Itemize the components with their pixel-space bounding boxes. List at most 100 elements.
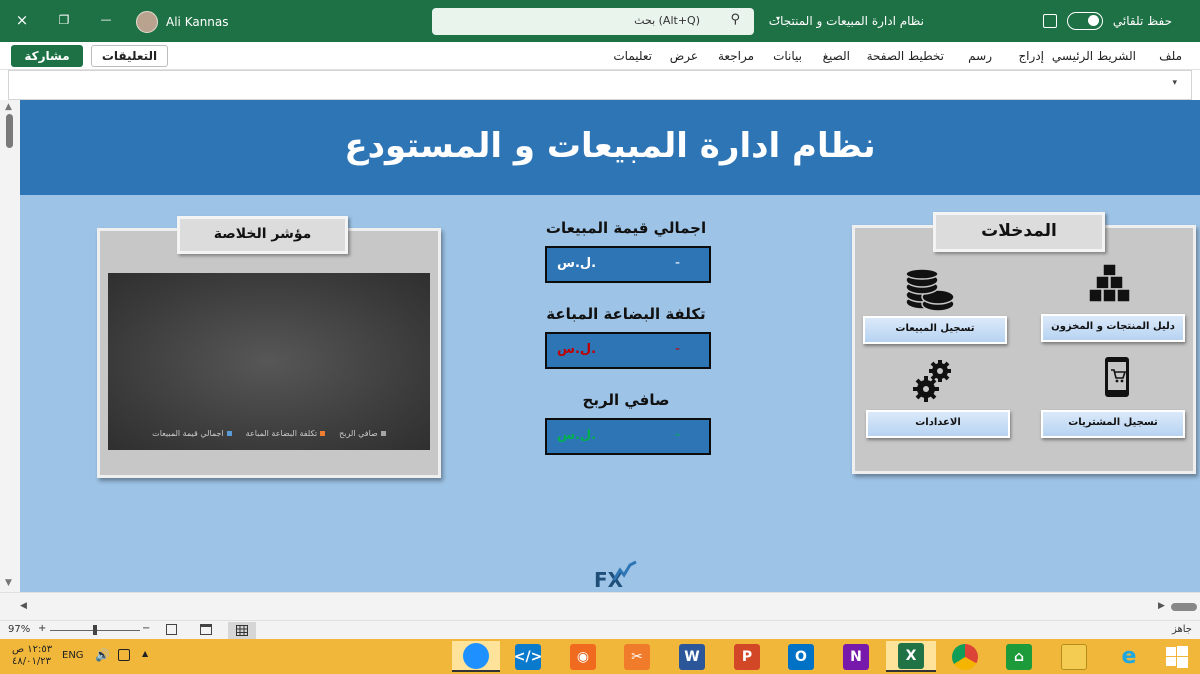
- autosave-toggle[interactable]: [1066, 12, 1103, 30]
- tab-insert[interactable]: إدراج: [1018, 49, 1044, 63]
- clock[interactable]: ١٢:٥٣ ص ٤٨/٠١/٢٣: [12, 644, 52, 668]
- tray-chevron-up-icon[interactable]: ▲: [142, 649, 148, 658]
- taskbar-app-browser[interactable]: [452, 641, 500, 672]
- tab-data[interactable]: بيانات: [773, 49, 802, 63]
- fx-logo: FX: [594, 560, 638, 592]
- tab-help[interactable]: تعليمات: [613, 49, 652, 63]
- legend-item: تكلفة البضاعة المباعة: [245, 429, 326, 438]
- kpi-label-sales: اجمالي قيمة المبيعات: [545, 219, 707, 237]
- normal-view-button[interactable]: [228, 622, 256, 639]
- tab-page-layout[interactable]: تخطيط الصفحة: [867, 49, 944, 63]
- speaker-icon[interactable]: 🔊: [95, 648, 110, 662]
- legend-swatch: [380, 431, 386, 436]
- kpi-label-cost: تكلفة البضاعة المباعة: [546, 305, 706, 323]
- zoom-slider-knob[interactable]: [93, 625, 97, 635]
- legend-label-sales: اجمالي قيمة المبيعات: [152, 429, 224, 438]
- user-name: Ali Kannas: [166, 15, 229, 29]
- restore-icon[interactable]: ❐: [54, 10, 74, 30]
- document-title[interactable]: نظام ادارة المبيعات و المنتجات: [769, 14, 924, 28]
- word-icon: W: [679, 643, 705, 670]
- formula-bar[interactable]: ▾: [8, 70, 1192, 100]
- logo-chart-icon: [612, 560, 637, 581]
- tab-draw[interactable]: رسم: [968, 49, 992, 63]
- start-button[interactable]: [1157, 641, 1197, 672]
- zoom-level[interactable]: 97%: [8, 624, 30, 635]
- kpi-currency: ل.س.: [557, 428, 597, 443]
- kpi-currency: ل.س.: [557, 256, 597, 271]
- page-layout-view-icon[interactable]: [200, 624, 212, 635]
- taskbar-app-word[interactable]: W: [672, 641, 712, 672]
- record-purchases-button[interactable]: تسجيل المشتريات: [1041, 410, 1185, 438]
- expand-chevron-icon[interactable]: ▾: [1172, 78, 1177, 88]
- save-icon[interactable]: [1042, 14, 1057, 28]
- scroll-up-icon[interactable]: ▲: [5, 102, 12, 112]
- powerpoint-icon: P: [734, 643, 760, 670]
- store-icon: ⌂: [1006, 643, 1032, 670]
- zoom-in-icon[interactable]: +: [38, 623, 46, 634]
- legend-label-profit: صافي الربح: [339, 429, 378, 438]
- taskbar-app-vscode[interactable]: </>: [508, 641, 548, 672]
- title-bar: × ❐ — Ali Kannas بحث (Alt+Q) ⚲ ▾ نظام اد…: [0, 0, 1200, 42]
- taskbar-app-onenote[interactable]: N: [836, 641, 876, 672]
- comments-label: التعليقات: [101, 49, 158, 63]
- vscode-icon: </>: [514, 643, 542, 670]
- scroll-down-icon[interactable]: ▼: [5, 578, 12, 588]
- taskbar-app-ie[interactable]: e: [1109, 641, 1149, 672]
- scroll-right-icon[interactable]: ▶: [1158, 601, 1165, 611]
- record-sales-button[interactable]: تسجيل المبيعات: [863, 316, 1007, 344]
- taskbar-app-explorer[interactable]: [1054, 641, 1094, 672]
- windows-icon: [1166, 645, 1188, 668]
- hscroll-thumb[interactable]: [1171, 603, 1197, 611]
- products-inventory-button[interactable]: دليل المنتجات و المخزون: [1041, 314, 1185, 342]
- inputs-panel-title: المدخلات: [933, 212, 1105, 252]
- kpi-cost-value: ل.س. -: [545, 332, 711, 369]
- camera-icon: ◉: [570, 643, 596, 670]
- taskbar-app-excel[interactable]: X: [886, 641, 936, 672]
- grid-icon: [236, 625, 248, 636]
- kpi-currency: ل.س.: [557, 342, 597, 357]
- inputs-panel: دليل المنتجات و المخزون تسجيل المبيعات ت…: [852, 225, 1196, 474]
- scroll-left-icon[interactable]: ◀: [20, 601, 27, 611]
- taskbar-app-store[interactable]: ⌂: [999, 641, 1039, 672]
- scroll-thumb[interactable]: [6, 114, 13, 148]
- minimize-icon[interactable]: —: [96, 10, 116, 30]
- autosave-control: حفظ تلقائي: [1042, 12, 1172, 30]
- share-label: مشاركة: [24, 49, 70, 63]
- taskbar-app-camera[interactable]: ◉: [563, 641, 603, 672]
- internet-explorer-icon: e: [1121, 644, 1137, 669]
- zoom-out-icon[interactable]: −: [142, 623, 150, 634]
- page-break-view-icon[interactable]: [166, 624, 177, 635]
- user-account[interactable]: Ali Kannas: [136, 11, 229, 33]
- tab-file[interactable]: ملف: [1159, 49, 1182, 63]
- tab-home[interactable]: الشريط الرئيسي: [1052, 49, 1136, 63]
- page-title: نظام ادارة المبيعات و المستودع: [344, 126, 876, 166]
- language-indicator[interactable]: ENG: [62, 650, 84, 661]
- comments-button[interactable]: التعليقات: [91, 45, 168, 67]
- status-bar: 97% + − جاهز: [0, 620, 1200, 639]
- outlook-icon: O: [788, 643, 814, 670]
- tab-review[interactable]: مراجعة: [718, 49, 754, 63]
- taskbar-app-outlook[interactable]: O: [781, 641, 821, 672]
- clock-date: ٤٨/٠١/٢٣: [12, 656, 51, 667]
- settings-button[interactable]: الاعدادات: [866, 410, 1010, 438]
- chrome-icon: [952, 643, 978, 670]
- legend-swatch: [226, 431, 232, 436]
- search-placeholder: بحث (Alt+Q): [634, 14, 700, 27]
- battery-icon[interactable]: [118, 649, 130, 661]
- share-button[interactable]: مشاركة: [11, 45, 83, 67]
- horizontal-scrollbar[interactable]: ◀ ▶: [0, 592, 1200, 620]
- taskbar-app-snip[interactable]: ✂: [617, 641, 657, 672]
- search-input[interactable]: بحث (Alt+Q) ⚲: [432, 8, 754, 35]
- vertical-scrollbar[interactable]: ▲ ▼: [0, 100, 20, 592]
- autosave-label: حفظ تلقائي: [1112, 14, 1172, 28]
- taskbar-app-powerpoint[interactable]: P: [727, 641, 767, 672]
- summary-chart: صافي الربح تكلفة البضاعة المباعة اجمالي …: [108, 273, 430, 450]
- taskbar-app-chrome[interactable]: [945, 641, 985, 672]
- snip-icon: ✂: [624, 643, 650, 670]
- tab-view[interactable]: عرض: [670, 49, 698, 63]
- close-icon[interactable]: ×: [12, 10, 32, 30]
- legend-label-cost: تكلفة البضاعة المباعة: [245, 429, 318, 438]
- avatar: [136, 11, 158, 33]
- excel-icon: X: [898, 642, 924, 669]
- tab-formulas[interactable]: الصيغ: [823, 49, 850, 63]
